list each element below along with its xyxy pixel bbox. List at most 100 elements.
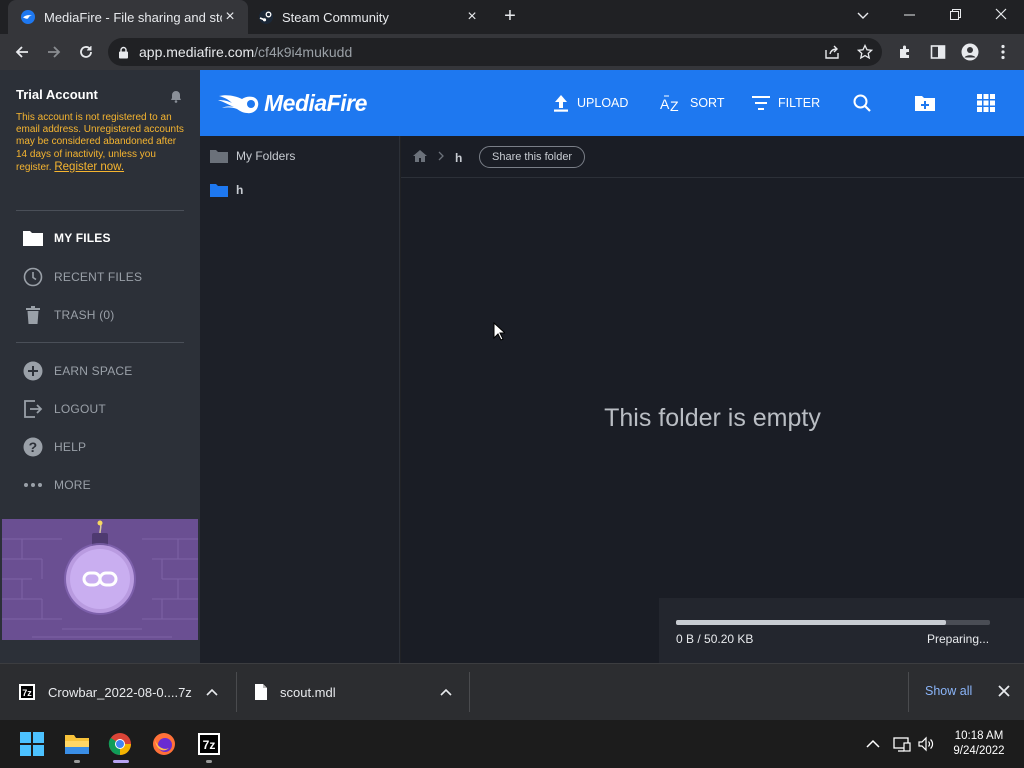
tree-folder-item[interactable]: h <box>210 183 243 197</box>
close-downloads-bar-icon[interactable] <box>998 682 1010 702</box>
more-icon <box>22 474 44 496</box>
sidebar-item-my-files[interactable]: MY FILES <box>22 227 111 249</box>
bookmark-star-icon[interactable] <box>857 44 873 60</box>
upload-status-text: Preparing... <box>927 632 990 646</box>
extensions-icon[interactable] <box>896 42 916 62</box>
sort-button[interactable]: AZ SORT <box>660 92 725 114</box>
side-panel-icon[interactable] <box>928 42 948 62</box>
sidebar-item-label: MORE <box>54 478 91 492</box>
close-tab-icon[interactable]: × <box>464 9 480 25</box>
download-item[interactable]: scout.mdl <box>254 664 458 720</box>
divider <box>236 672 237 712</box>
svg-text:?: ? <box>29 439 38 455</box>
running-indicator <box>206 760 212 763</box>
tab-steam-community[interactable]: Steam Community × <box>250 0 490 34</box>
share-folder-button[interactable]: Share this folder <box>479 146 586 168</box>
chevron-up-icon[interactable] <box>206 688 218 696</box>
7zip-icon[interactable]: 7z <box>195 730 223 758</box>
grid-view-button[interactable] <box>977 92 995 114</box>
system-clock[interactable]: 10:18 AM 9/24/2022 <box>946 729 1012 759</box>
filter-label: FILTER <box>778 96 821 110</box>
sidebar-item-trash[interactable]: TRASH (0) <box>22 304 114 326</box>
help-icon: ? <box>22 436 44 458</box>
download-filename: scout.mdl <box>280 684 336 700</box>
running-indicator <box>74 760 80 763</box>
mediafire-header: MediaFire UPLOAD AZ SORT FILTER <box>200 70 1024 136</box>
restore-icon[interactable] <box>940 4 970 28</box>
tree-root-my-folders[interactable]: My Folders <box>210 149 295 163</box>
tree-folder-label: h <box>236 183 244 197</box>
upload-progress-text: 0 B / 50.20 KB <box>676 632 754 646</box>
sidebar-item-label: MY FILES <box>54 231 111 245</box>
sidebar-item-label: LOGOUT <box>54 402 106 416</box>
chevron-up-icon[interactable] <box>440 688 452 696</box>
address-bar[interactable]: app.mediafire.com/cf4k9i4mukudd <box>108 38 882 66</box>
windows-taskbar: 7z 10:18 AM 9/24/2022 <box>0 720 1024 768</box>
search-button[interactable] <box>853 92 871 114</box>
register-link[interactable]: Register now. <box>54 161 124 173</box>
tab-title: MediaFire - File sharing and stora <box>44 9 222 25</box>
earn-space-promo-banner[interactable] <box>2 519 198 640</box>
download-item[interactable]: 7z Crowbar_2022-08-0....7z <box>18 664 223 720</box>
close-tab-icon[interactable]: × <box>222 9 238 25</box>
search-icon <box>853 94 871 112</box>
sidebar-item-more[interactable]: MORE <box>22 474 91 496</box>
mediafire-sidebar: Trial Account This account is not regist… <box>0 70 200 663</box>
tab-search-icon[interactable] <box>848 4 878 28</box>
file-explorer-icon[interactable] <box>63 730 91 758</box>
sidebar-item-help[interactable]: ? HELP <box>22 436 86 458</box>
download-filename: Crowbar_2022-08-0....7z <box>48 684 192 700</box>
volume-icon[interactable] <box>918 736 934 757</box>
sort-label: SORT <box>690 96 725 110</box>
show-all-downloads-button[interactable]: Show all <box>925 684 972 698</box>
upload-progress-panel: 0 B / 50.20 KB Preparing... <box>659 598 1024 663</box>
chevron-up-icon[interactable] <box>866 736 880 754</box>
windows-start-icon[interactable] <box>18 730 46 758</box>
chevron-right-icon <box>438 150 444 164</box>
divider <box>469 672 470 712</box>
new-tab-button[interactable]: + <box>500 6 520 26</box>
sidebar-item-recent-files[interactable]: RECENT FILES <box>22 266 142 288</box>
empty-folder-message: This folder is empty <box>604 404 821 432</box>
sidebar-item-label: TRASH (0) <box>54 308 115 322</box>
steam-favicon-icon <box>258 9 274 25</box>
clock-time: 10:18 AM <box>954 730 1004 742</box>
mediafire-logo[interactable]: MediaFire <box>216 90 367 117</box>
firefox-icon[interactable] <box>150 730 178 758</box>
logo-text: MediaFire <box>264 90 367 116</box>
new-folder-button[interactable] <box>914 92 936 114</box>
filter-icon <box>752 96 770 110</box>
forward-arrow-icon[interactable] <box>42 40 66 64</box>
close-window-icon[interactable] <box>986 4 1016 28</box>
network-icon[interactable] <box>893 736 911 757</box>
7z-file-icon: 7z <box>18 683 36 701</box>
sidebar-item-logout[interactable]: LOGOUT <box>22 398 106 420</box>
profile-avatar-icon[interactable] <box>960 42 980 62</box>
share-page-icon[interactable] <box>824 44 840 60</box>
upload-progress-bar <box>676 620 990 625</box>
breadcrumb-current[interactable]: h <box>455 151 462 165</box>
sidebar-item-earn-space[interactable]: EARN SPACE <box>22 360 132 382</box>
home-icon[interactable] <box>412 149 428 168</box>
filter-button[interactable]: FILTER <box>752 92 820 114</box>
notification-bell-icon[interactable] <box>170 90 182 108</box>
reload-icon[interactable] <box>74 40 98 64</box>
minimize-icon[interactable] <box>894 4 924 28</box>
file-list-area: h Share this folder This folder is empty… <box>401 136 1024 663</box>
mediafire-flame-icon <box>216 91 260 117</box>
kebab-menu-icon[interactable] <box>993 42 1013 62</box>
lock-icon <box>118 46 129 59</box>
upload-button[interactable]: UPLOAD <box>553 92 628 114</box>
plus-circle-icon <box>22 360 44 382</box>
file-icon <box>254 683 268 701</box>
tab-mediafire[interactable]: MediaFire - File sharing and stora × <box>8 0 248 34</box>
svg-text:Z: Z <box>670 98 679 112</box>
sort-az-icon: AZ <box>660 94 682 112</box>
new-folder-icon <box>914 94 936 112</box>
back-arrow-icon[interactable] <box>10 40 34 64</box>
sidebar-item-label: RECENT FILES <box>54 270 143 284</box>
folder-tree-panel: My Folders h <box>200 136 400 663</box>
svg-text:A: A <box>660 96 670 112</box>
bomb-link-illustration <box>2 519 198 640</box>
chrome-icon[interactable] <box>106 730 134 758</box>
